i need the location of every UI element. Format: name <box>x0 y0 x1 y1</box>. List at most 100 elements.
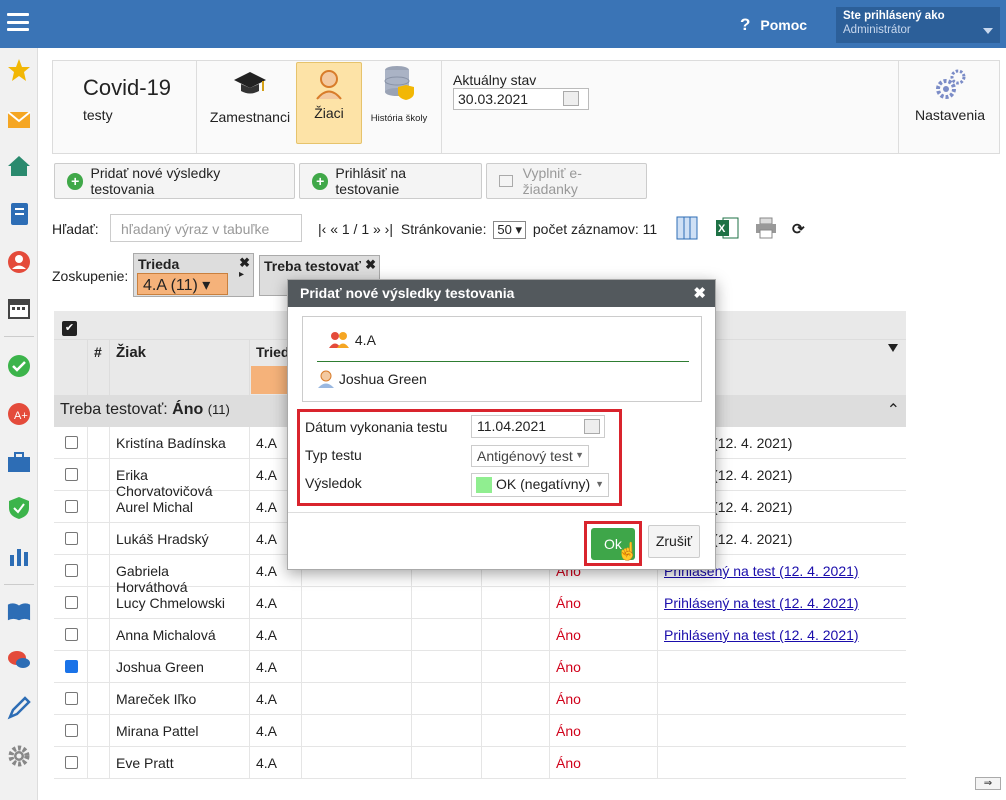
close-icon[interactable]: ✖ <box>693 284 706 302</box>
row-checkbox[interactable] <box>65 532 78 545</box>
sidebar: A+ <box>0 48 38 800</box>
database-shield-icon <box>366 65 432 103</box>
row-checkbox[interactable] <box>65 436 78 449</box>
print-icon[interactable] <box>755 217 777 242</box>
page-title: Covid-19 <box>83 75 172 100</box>
student-name[interactable]: Anna Michalová <box>110 619 250 651</box>
group-trieda-select[interactable]: 4.A (11) ▾ <box>137 273 228 295</box>
student-name[interactable]: Gabriela Horváthová <box>110 555 250 595</box>
historia-skoly-button[interactable]: História školy <box>366 65 432 124</box>
sort-down-icon[interactable] <box>888 344 898 352</box>
group-treba-title: Treba testovať <box>264 258 361 274</box>
grouping-label: Zoskupenie: <box>52 268 129 284</box>
pen-icon[interactable] <box>7 696 31 720</box>
table-row[interactable]: Mirana Pattel 4.A Áno <box>54 715 906 747</box>
group-row-value: Áno <box>172 401 204 418</box>
student-name[interactable]: Aurel Michal <box>110 491 250 523</box>
type-select[interactable]: Antigénový test ▼ <box>471 445 589 467</box>
user-menu[interactable]: Ste prihlásený ako Administrátor <box>836 7 1000 43</box>
page-size-select[interactable]: 50 ▾ <box>493 221 526 239</box>
dialog-class-name: 4.A <box>354 332 376 349</box>
status-link[interactable]: Prihlásený na test (12. 4. 2021) <box>664 595 859 611</box>
result-select[interactable]: OK (negatívny) ▼ <box>471 473 609 497</box>
calendar-icon[interactable] <box>7 296 31 320</box>
calendar-picker-icon[interactable] <box>563 91 579 106</box>
class-row: 4.A <box>329 331 376 352</box>
chat-icon[interactable] <box>7 648 31 672</box>
question-icon: ? <box>740 15 751 34</box>
user-circle-icon[interactable] <box>7 250 31 274</box>
group-row-count: (11) <box>207 402 230 417</box>
student-class: 4.A <box>250 587 302 619</box>
test-needed-value: Áno <box>550 651 658 683</box>
add-results-button[interactable]: + Pridať nové výsledky testovania <box>54 163 295 199</box>
close-icon[interactable]: ✖ <box>365 257 376 273</box>
grade-icon[interactable]: A+ <box>7 402 31 426</box>
student-name[interactable]: Eve Pratt <box>110 747 250 779</box>
book-icon[interactable] <box>7 600 31 624</box>
home-icon[interactable] <box>7 154 31 178</box>
table-row[interactable]: Mareček Iľko 4.A Áno <box>54 683 906 715</box>
zamestnanci-label: Zamestnanci <box>209 109 291 125</box>
fill-request-button[interactable]: Vyplniť e-žiadanky <box>486 163 647 199</box>
row-checkbox[interactable] <box>65 724 78 737</box>
help-link[interactable]: ? Pomoc <box>740 15 807 35</box>
table-row[interactable]: Lucy Chmelowski 4.A Áno Prihlásený na test … <box>54 587 906 619</box>
hand-cursor-icon: ☝ <box>617 542 639 561</box>
select-all-checkbox[interactable]: ✔ <box>62 321 77 336</box>
shield-icon[interactable] <box>7 496 31 520</box>
hamburger-menu-icon[interactable] <box>7 13 29 31</box>
page-size-value: 50 <box>497 222 512 237</box>
status-link[interactable]: Prihlásený na test (12. 4. 2021) <box>664 627 859 643</box>
zamestnanci-button[interactable]: Zamestnanci <box>208 69 292 125</box>
dialog-header: Pridať nové výsledky testovania ✖ <box>288 280 715 307</box>
check-circle-icon[interactable] <box>7 354 31 378</box>
student-name[interactable]: Joshua Green <box>110 651 250 683</box>
result-color-swatch <box>476 477 492 494</box>
row-checkbox[interactable] <box>65 692 78 705</box>
row-checkbox[interactable] <box>65 468 78 481</box>
row-checkbox[interactable] <box>65 564 78 577</box>
collapse-icon[interactable]: ⌃ <box>887 400 900 420</box>
student-name[interactable]: Mareček Iľko <box>110 683 250 715</box>
table-row[interactable]: Joshua Green 4.A Áno <box>54 651 906 683</box>
group-trieda[interactable]: Trieda ✖ 4.A (11) ▾ ▸ <box>133 253 254 297</box>
notebook-icon[interactable] <box>7 202 31 226</box>
ziaci-button[interactable]: Žiaci <box>296 62 362 144</box>
refresh-icon[interactable]: ⟳ <box>792 220 805 238</box>
plus-circle-icon: + <box>312 172 329 190</box>
row-checkbox[interactable] <box>65 628 78 641</box>
group-trieda-title: Trieda <box>138 256 180 272</box>
excel-icon[interactable]: X <box>715 216 739 243</box>
gear-icon[interactable] <box>7 744 31 768</box>
cancel-button[interactable]: Zrušiť <box>648 525 700 558</box>
table-row[interactable]: Anna Michalová 4.A Áno Prihlásený na test (… <box>54 619 906 651</box>
row-checkbox[interactable] <box>65 596 78 609</box>
bar-chart-icon[interactable] <box>7 544 31 568</box>
briefcase-icon[interactable] <box>7 450 31 474</box>
scroll-right-button[interactable]: ⇒ <box>975 777 1001 790</box>
columns-icon[interactable] <box>676 216 698 243</box>
row-checkbox[interactable] <box>65 660 78 673</box>
dialog-title: Pridať nové výsledky testovania <box>300 285 515 301</box>
row-checkbox[interactable] <box>65 756 78 769</box>
nastavenia-button[interactable]: Nastavenia <box>908 67 992 123</box>
student-name[interactable]: Erika Chorvatovičová <box>110 459 250 499</box>
student-name[interactable]: Lucy Chmelowski <box>110 587 250 619</box>
row-checkbox[interactable] <box>65 500 78 513</box>
star-icon[interactable] <box>7 58 31 82</box>
record-count: počet záznamov: 11 <box>532 221 658 237</box>
student-name[interactable]: Lukáš Hradský <box>110 523 250 555</box>
table-row[interactable]: Eve Pratt 4.A Áno <box>54 747 906 779</box>
col-student-header[interactable]: Žiak <box>110 340 250 396</box>
student-name[interactable]: Mirana Pattel <box>110 715 250 747</box>
dialog-student-name: Joshua Green <box>338 371 427 388</box>
search-input[interactable]: hľadaný výraz v tabuľke <box>110 214 302 242</box>
mail-icon[interactable] <box>7 108 31 132</box>
student-name[interactable]: Kristína Badínska <box>110 427 250 459</box>
calendar-picker-icon[interactable] <box>584 419 600 434</box>
register-test-button[interactable]: + Prihlásiť na testovanie <box>299 163 482 199</box>
arrow-right-icon: ▸ <box>238 269 244 280</box>
pager-nav[interactable]: |‹ « 1 / 1 » ›| <box>318 221 393 237</box>
page-subtitle: testy <box>83 107 113 123</box>
